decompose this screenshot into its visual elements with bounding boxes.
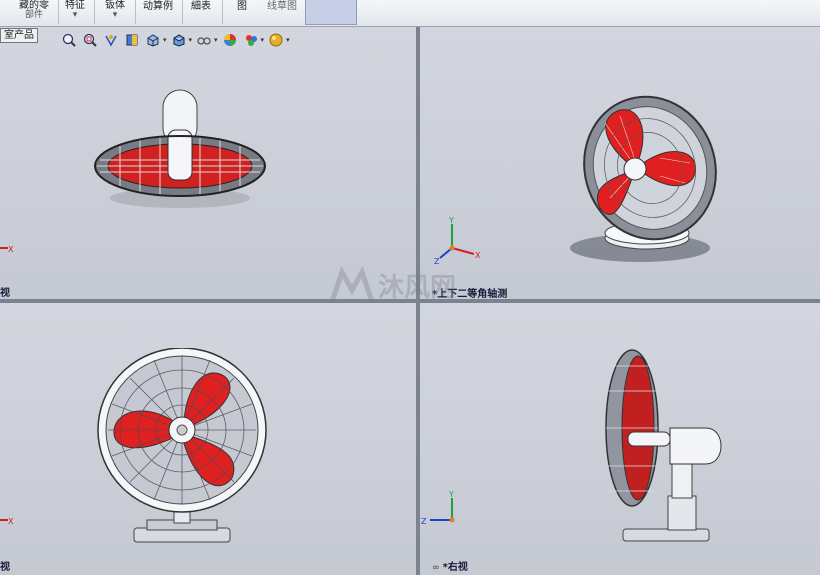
svg-text:X: X: [8, 517, 14, 526]
sketch-button[interactable]: 线草图: [262, 1, 302, 27]
viewport-label-bottom-left: 视: [0, 562, 10, 573]
svg-text:Y: Y: [448, 490, 454, 499]
axis-triad-icon: X: [0, 517, 14, 526]
body-button[interactable]: 钣体 ▾: [98, 0, 132, 26]
toolbar-separator: [94, 0, 95, 24]
toolbar-separator: [58, 0, 59, 24]
viewport-label-top-left: 视: [0, 288, 10, 299]
view-settings-icon[interactable]: [267, 32, 285, 48]
toolbar-separator: [182, 0, 183, 24]
fan-model-right-view[interactable]: [598, 346, 728, 546]
apply-scene-icon[interactable]: [242, 32, 260, 48]
bom-table-button[interactable]: 細表: [186, 1, 216, 27]
axis-triad-icon: Y Z: [421, 490, 455, 526]
part-tab[interactable]: 室产品: [0, 28, 38, 43]
zoom-area-icon[interactable]: [81, 32, 99, 48]
chevron-down-icon[interactable]: ▾: [189, 36, 193, 44]
section-view-icon[interactable]: [123, 32, 141, 48]
motion-study-button[interactable]: 动算例: [138, 1, 178, 27]
chevron-down-icon[interactable]: ▾: [214, 36, 218, 44]
display-style-icon[interactable]: [170, 32, 188, 48]
watermark-logo: 沐风网: [328, 264, 498, 308]
svg-text:沐风网: 沐风网: [378, 273, 456, 303]
svg-text:X: X: [8, 245, 14, 254]
heads-up-view-toolbar: ▾ ▾ ▾ ▾ ▾: [60, 31, 290, 49]
link-chain-icon: ∞: [432, 563, 443, 573]
toolbar-separator: [135, 0, 136, 24]
fan-model-front-view[interactable]: [92, 348, 272, 548]
hidden-components-button[interactable]: 藏的零 部件: [14, 0, 54, 26]
axis-triad-icon: X: [0, 245, 14, 254]
drawing-button[interactable]: 图: [232, 1, 252, 27]
svg-text:Z: Z: [421, 517, 427, 526]
chevron-down-icon[interactable]: ▾: [286, 36, 290, 44]
feature-button[interactable]: 特征 ▾: [60, 0, 90, 26]
edit-appearance-icon[interactable]: [221, 32, 239, 48]
hide-show-icon[interactable]: [195, 32, 213, 48]
chevron-down-icon[interactable]: ▾: [261, 36, 265, 44]
active-tab-button[interactable]: [305, 0, 357, 25]
svg-text:Y: Y: [448, 216, 454, 225]
toolbar-separator: [222, 0, 223, 24]
viewport-label-bottom-right: ∞ *右视: [432, 562, 468, 573]
fan-model-isometric-view[interactable]: [565, 88, 725, 268]
svg-text:X: X: [475, 251, 481, 260]
command-manager-toolbar: 藏的零 部件 特征 ▾ 钣体 ▾ 动算例 細表 图 线草图: [0, 0, 820, 27]
axis-triad-icon: Y X Z: [434, 216, 481, 266]
previous-view-icon[interactable]: [102, 32, 120, 48]
chevron-down-icon[interactable]: ▾: [163, 36, 167, 44]
view-orientation-icon[interactable]: [144, 32, 162, 48]
fan-model-top-view[interactable]: [85, 80, 275, 215]
zoom-to-fit-icon[interactable]: [60, 32, 78, 48]
